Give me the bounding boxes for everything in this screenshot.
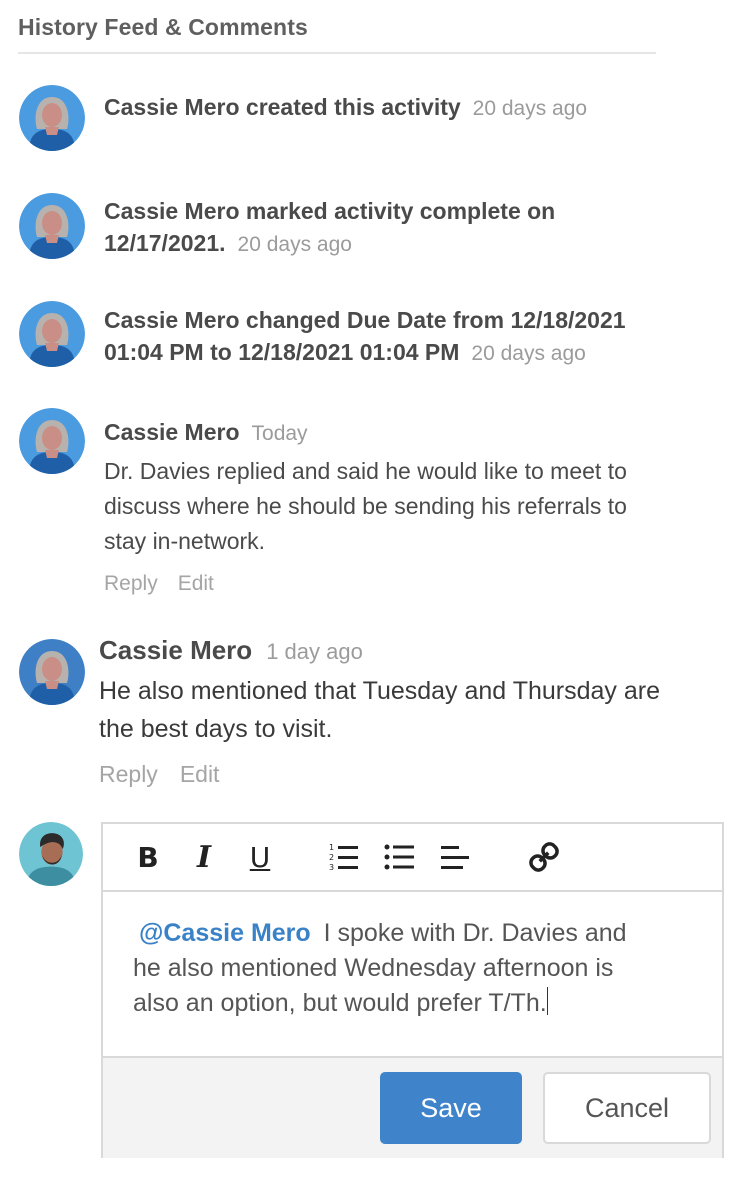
avatar (19, 85, 85, 151)
history-entry-text-line2: 01:04 PM to 12/18/2021 01:04 PM (104, 339, 460, 365)
edit-link[interactable]: Edit (180, 761, 220, 787)
editor-line-text: also an option, but would prefer T/Th. (133, 989, 547, 1017)
editor-toolbar: B I U 123 (103, 824, 722, 892)
editor-footer: Save Cancel (103, 1056, 722, 1158)
history-entry: Cassie Mero marked activity complete on … (104, 195, 555, 261)
history-entry-text-line1: Cassie Mero changed Due Date from 12/18/… (104, 307, 626, 333)
history-header: History Feed & Comments (18, 14, 656, 54)
bullet-list-icon (384, 844, 414, 870)
reply-link[interactable]: Reply (99, 761, 158, 787)
comment-header: Cassie Mero Today (104, 416, 308, 450)
underline-button[interactable]: U (243, 840, 277, 874)
bullet-list-button[interactable] (383, 840, 417, 874)
comment-author: Cassie Mero (99, 635, 253, 665)
italic-button[interactable]: I (187, 840, 221, 875)
link-button[interactable] (527, 840, 561, 874)
comment-text-area[interactable]: @Cassie Mero I spoke with Dr. Davies and… (103, 892, 722, 1056)
comment-body: He also mentioned that Tuesday and Thurs… (99, 672, 660, 748)
save-button[interactable]: Save (380, 1072, 522, 1144)
comment-body-line: the best days to visit. (99, 715, 333, 743)
link-icon (529, 842, 559, 872)
align-left-button[interactable] (439, 840, 473, 874)
comment-body: Dr. Davies replied and said he would lik… (104, 454, 627, 559)
comment-actions: Reply Edit (104, 572, 234, 596)
user-avatar-icon (19, 85, 85, 151)
current-user-avatar (19, 822, 83, 886)
editor-line: @Cassie Mero I spoke with Dr. Davies and (133, 916, 692, 951)
avatar (19, 408, 85, 474)
avatar (19, 639, 85, 705)
section-title: History Feed & Comments (18, 14, 308, 40)
comment-body-line: He also mentioned that Tuesday and Thurs… (99, 677, 660, 705)
svg-text:2: 2 (329, 853, 334, 862)
svg-text:1: 1 (329, 843, 334, 852)
comment-editor: B I U 123 @Cassie Mero I spoke with Dr. … (101, 822, 724, 1158)
bold-button[interactable]: B (131, 840, 165, 874)
editor-line: he also mentioned Wednesday afternoon is (133, 954, 614, 982)
comment-body-line: discuss where he should be sending his r… (104, 493, 627, 519)
history-entry-time: 20 days ago (472, 97, 588, 120)
text-cursor (546, 987, 548, 1015)
svg-text:3: 3 (329, 863, 334, 872)
user-avatar-icon (19, 822, 83, 886)
history-entry-time: 20 days ago (237, 233, 352, 256)
avatar (19, 193, 85, 259)
avatar (19, 301, 85, 367)
comment-author: Cassie Mero (104, 419, 240, 445)
comment-body-line: stay in-network. (104, 528, 266, 554)
ordered-list-icon: 123 (329, 843, 358, 872)
editor-line-text: I spoke with Dr. Davies and (323, 919, 627, 947)
comment-body-line: Dr. Davies replied and said he would lik… (104, 458, 627, 484)
comment-time: Today (251, 422, 308, 445)
cancel-button[interactable]: Cancel (543, 1072, 711, 1144)
ordered-list-button[interactable]: 123 (327, 840, 361, 874)
user-avatar-icon (19, 639, 85, 705)
history-entry-text: Cassie Mero created this activity (104, 94, 461, 120)
comment-actions: Reply Edit (99, 761, 241, 788)
comment-time: 1 day ago (266, 639, 363, 664)
history-entry: Cassie Mero created this activity 20 days… (104, 91, 587, 125)
user-avatar-icon (19, 301, 85, 367)
history-entry: Cassie Mero changed Due Date from 12/18/… (104, 304, 626, 370)
user-avatar-icon (19, 193, 85, 259)
comment-header: Cassie Mero 1 day ago (99, 632, 363, 673)
user-mention[interactable]: @Cassie Mero (133, 919, 317, 947)
editor-line: also an option, but would prefer T/Th. (133, 986, 692, 1021)
edit-link[interactable]: Edit (178, 572, 214, 595)
history-entry-text-line1: Cassie Mero marked activity complete on (104, 198, 556, 224)
align-left-icon (441, 846, 469, 869)
user-avatar-icon (19, 408, 85, 474)
reply-link[interactable]: Reply (104, 572, 158, 595)
history-entry-time: 20 days ago (471, 342, 586, 365)
history-entry-text-line2: 12/17/2021. (104, 230, 226, 256)
